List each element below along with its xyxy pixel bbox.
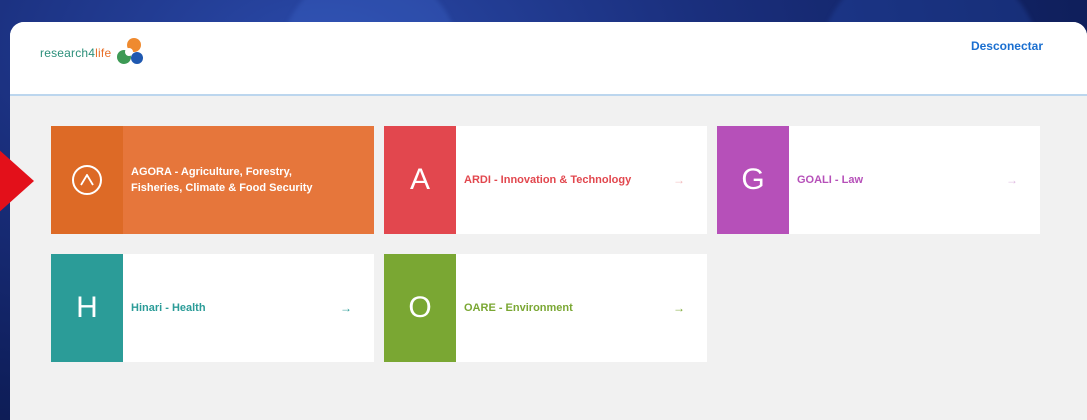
top-bar: research4life Desconectar [10,22,1087,96]
ardi-letter: A [409,163,430,196]
logout-link[interactable]: Desconectar [971,39,1043,53]
arrow-right-icon: → [1006,173,1018,187]
research4life-logo[interactable]: research4life [40,36,145,70]
tile-label-agora: AGORA - Agriculture, Forestry, Fisheries… [131,166,313,194]
tile-label-ardi: ARDI - Innovation & Technology [464,174,632,186]
arrow-right-icon: → [673,301,685,315]
tile-goali[interactable]: G GOALI - Law → [717,126,1040,234]
tile-label-oare: OARE - Environment [464,302,573,314]
goali-letter: G [741,163,765,196]
agora-a-icon [72,165,102,195]
hinari-letter: H [76,291,98,324]
goali-badge: G [717,126,789,234]
arrow-right-icon: → [340,301,352,315]
hinari-badge: H [51,254,123,362]
oare-badge: O [384,254,456,362]
ardi-badge: A [384,126,456,234]
arrow-right-icon: → [673,173,685,187]
portal-window: research4life Desconectar AGORA - Agricu… [10,22,1087,420]
tile-agora[interactable]: AGORA - Agriculture, Forestry, Fisheries… [51,126,374,234]
red-arrow-pointer [0,147,34,215]
tile-ardi[interactable]: A ARDI - Innovation & Technology → [384,126,707,234]
oare-letter: O [408,291,432,324]
logo-text: research4life [40,46,112,60]
agora-badge [51,126,123,234]
tile-label-goali: GOALI - Law [797,174,863,186]
tile-oare[interactable]: O OARE - Environment → [384,254,707,362]
logo-mark-icon [115,36,145,70]
tile-label-hinari: Hinari - Health [131,302,206,314]
tile-hinari[interactable]: H Hinari - Health → [51,254,374,362]
